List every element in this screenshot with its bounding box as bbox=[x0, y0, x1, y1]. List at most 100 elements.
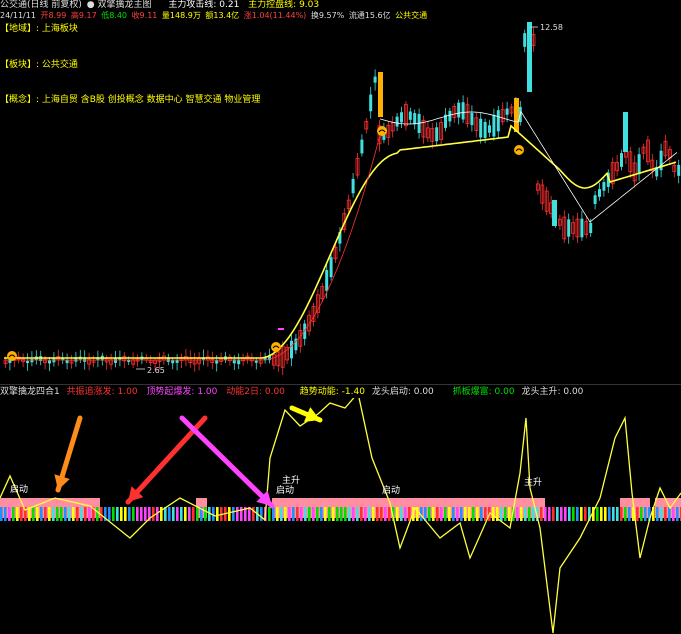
signal-bar bbox=[628, 507, 631, 521]
candle-body bbox=[470, 112, 474, 126]
signal-bar bbox=[300, 507, 303, 521]
signal-bar bbox=[120, 507, 123, 521]
signal-bar bbox=[20, 507, 23, 521]
signal-bar bbox=[108, 507, 111, 521]
annotation-start-3: 启动 bbox=[382, 486, 401, 496]
signal-bar bbox=[352, 507, 355, 521]
candle-body bbox=[623, 112, 628, 152]
candle-body bbox=[589, 222, 593, 234]
panel-divider bbox=[0, 384, 681, 385]
signal-bar bbox=[124, 507, 127, 521]
signal-markers bbox=[7, 126, 524, 361]
indicator-header: 双擎擒龙四合1 共振追涨发: 1.00 顶势起爆发: 1.00 动能2日: 0.… bbox=[0, 387, 583, 398]
signal-bar bbox=[584, 507, 587, 521]
signal-marker bbox=[377, 126, 387, 136]
candle-body bbox=[413, 113, 417, 125]
signal-bar bbox=[324, 507, 327, 521]
signal-bar bbox=[660, 507, 663, 521]
signal-bar bbox=[480, 507, 483, 521]
signal-bar bbox=[112, 507, 115, 521]
signal-bar bbox=[272, 507, 275, 521]
signal-bar bbox=[64, 507, 67, 521]
low-price-label: 2.65 bbox=[147, 366, 165, 375]
signal-bar bbox=[376, 507, 379, 521]
signal-bar bbox=[568, 507, 571, 521]
signal-bar bbox=[620, 507, 623, 521]
signal-bar bbox=[136, 507, 139, 521]
signal-bar bbox=[508, 507, 511, 521]
candle-body bbox=[593, 195, 597, 204]
ind-top-burst: 顶势起爆发: 1.00 bbox=[146, 387, 218, 397]
chart-window[interactable]: 公交通(日线 前复权) ● 双擎擒龙主图 主力攻击线: 0.21 主力控盘线: … bbox=[0, 0, 681, 634]
annotation-rise-2: 主升 bbox=[524, 478, 543, 488]
candle-body bbox=[408, 111, 412, 120]
signal-bar bbox=[604, 507, 607, 521]
signal-bar bbox=[360, 507, 363, 521]
candle-body bbox=[492, 114, 496, 137]
signal-bar bbox=[500, 507, 503, 521]
candle-body bbox=[254, 360, 258, 363]
signal-bar bbox=[48, 507, 51, 521]
indicator-chart[interactable] bbox=[0, 398, 681, 634]
signal-bar bbox=[640, 507, 643, 521]
candle-body bbox=[483, 121, 487, 139]
signal-bar bbox=[260, 507, 263, 521]
candle-body bbox=[567, 219, 571, 237]
signal-bar bbox=[672, 507, 675, 521]
signal-bar bbox=[248, 507, 251, 521]
signal-bar bbox=[52, 507, 55, 521]
signal-bar bbox=[284, 507, 287, 521]
signal-bar bbox=[4, 507, 7, 521]
candle-body bbox=[30, 358, 34, 363]
signal-bar bbox=[560, 507, 563, 521]
signal-bar bbox=[396, 507, 399, 521]
signal-bar bbox=[140, 507, 143, 521]
signal-bar bbox=[236, 507, 239, 521]
signal-bar bbox=[84, 507, 87, 521]
signal-bar bbox=[356, 507, 359, 521]
signal-bar bbox=[524, 507, 527, 521]
signal-bar bbox=[192, 507, 195, 521]
signal-bar bbox=[332, 507, 335, 521]
signal-bar bbox=[328, 507, 331, 521]
signal-bar bbox=[68, 507, 71, 521]
signal-bar bbox=[472, 507, 475, 521]
signal-bar bbox=[644, 507, 647, 521]
candle-body bbox=[457, 102, 461, 118]
signal-bar bbox=[504, 507, 507, 521]
candle-body bbox=[215, 360, 219, 364]
signal-bar bbox=[180, 507, 183, 521]
signal-bar bbox=[168, 507, 171, 521]
signal-bar bbox=[44, 507, 47, 521]
signal-bar bbox=[656, 507, 659, 521]
candles bbox=[3, 22, 681, 376]
signal-bar bbox=[16, 507, 19, 521]
signal-bar bbox=[316, 507, 319, 521]
ind-trend: 趋势动能: -1.40 bbox=[299, 387, 365, 397]
signal-bar bbox=[340, 507, 343, 521]
signal-bar bbox=[664, 507, 667, 521]
signal-bar bbox=[400, 507, 403, 521]
candle-body bbox=[329, 257, 333, 278]
candle-body bbox=[514, 98, 519, 132]
signal-bar bbox=[336, 507, 339, 521]
signal-bar bbox=[32, 507, 35, 521]
signal-bar bbox=[12, 507, 15, 521]
signal-bar bbox=[228, 507, 231, 521]
signal-bar bbox=[76, 507, 79, 521]
ind-name: 双擎擒龙四合1 bbox=[0, 387, 60, 397]
signal-bar bbox=[564, 507, 567, 521]
candle-body bbox=[48, 360, 51, 364]
candle-body bbox=[26, 360, 29, 364]
signal-bar bbox=[460, 507, 463, 521]
signal-bar bbox=[516, 507, 519, 521]
candle-body bbox=[523, 33, 527, 47]
candle-body bbox=[114, 358, 117, 363]
signal-marker bbox=[7, 351, 17, 361]
signal-bar bbox=[600, 507, 603, 521]
ind-resonance: 共振追涨发: 1.00 bbox=[66, 387, 138, 397]
signal-bar bbox=[304, 507, 307, 521]
signal-bar bbox=[204, 507, 207, 521]
price-chart[interactable]: 12.58 2.65 bbox=[0, 0, 681, 390]
signal-bar bbox=[596, 507, 599, 521]
